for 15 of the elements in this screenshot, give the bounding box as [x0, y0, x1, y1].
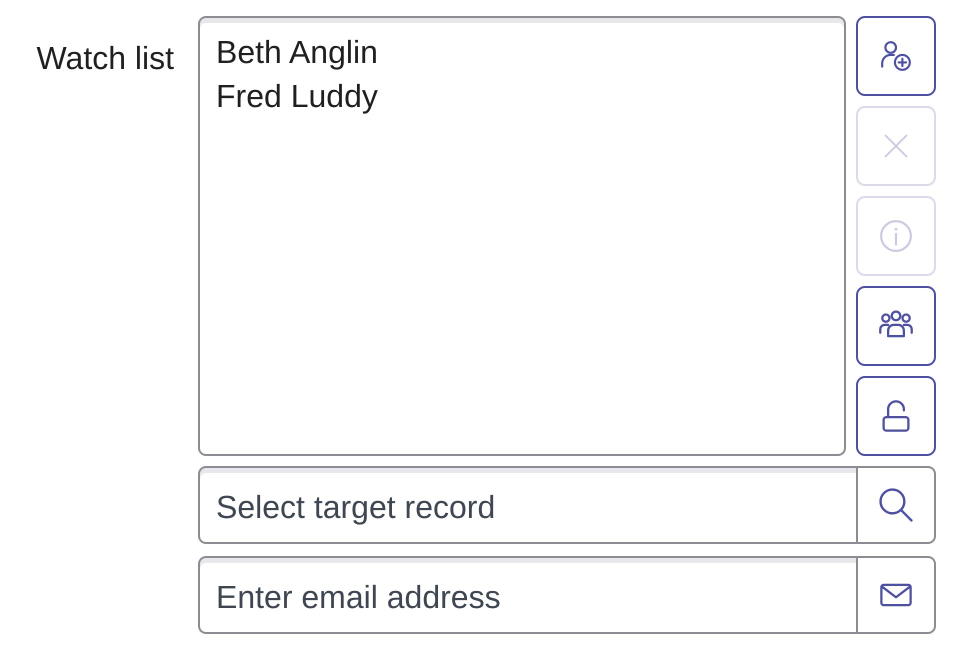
email-button[interactable] [856, 556, 936, 634]
email-field[interactable]: Enter email address [198, 556, 856, 634]
field-label: Watch list [36, 39, 175, 78]
close-icon [882, 132, 910, 160]
add-user-icon [879, 39, 913, 73]
target-record-field[interactable]: Select target record [198, 466, 856, 544]
search-icon [877, 486, 915, 524]
watch-list-box[interactable]: Beth Anglin Fred Luddy [198, 16, 846, 456]
list-item[interactable]: Beth Anglin [216, 30, 378, 74]
group-button[interactable] [856, 286, 936, 366]
list-item[interactable]: Fred Luddy [216, 74, 378, 118]
search-button[interactable] [856, 466, 936, 544]
info-icon [879, 219, 913, 253]
unlock-button[interactable] [856, 376, 936, 456]
add-user-button[interactable] [856, 16, 936, 96]
